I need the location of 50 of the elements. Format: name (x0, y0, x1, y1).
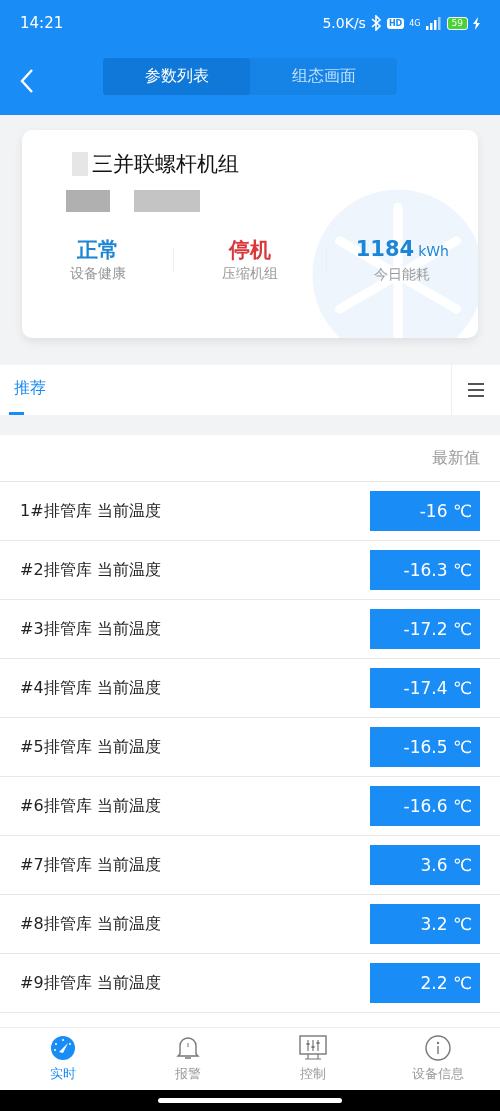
parameter-value: -17.4 ℃ (370, 668, 480, 708)
status-time: 14:21 (20, 14, 64, 32)
parameter-name: 1#排管库 当前温度 (20, 500, 161, 522)
parameter-value: 3.2 ℃ (370, 904, 480, 944)
view-tab[interactable]: 参数列表 (103, 58, 250, 95)
parameter-value: 2.2 ℃ (370, 963, 480, 1003)
parameter-name: #3排管库 当前温度 (20, 618, 161, 640)
parameter-name: #7排管库 当前温度 (20, 854, 161, 876)
parameter-name: #8排管库 当前温度 (20, 913, 161, 935)
signal-icon (425, 16, 442, 30)
charging-icon (473, 16, 480, 30)
nav-item[interactable]: 报警 (125, 1028, 250, 1090)
stat-value: 停机 (229, 237, 271, 263)
redacted-block (66, 190, 110, 212)
network-speed: 5.0K/s (322, 15, 366, 31)
chevron-left-icon (20, 67, 34, 94)
parameter-name: #4排管库 当前温度 (20, 677, 161, 699)
parameter-name: #5排管库 当前温度 (20, 736, 161, 758)
parameter-value: -16.3 ℃ (370, 550, 480, 590)
parameter-value: -17.2 ℃ (370, 609, 480, 649)
battery-indicator: 59 (446, 16, 468, 30)
view-tab[interactable]: 组态画面 (250, 58, 397, 95)
stat-value: 1184 kWh (355, 236, 449, 263)
nav-item[interactable]: 设备信息 (375, 1028, 500, 1090)
menu-lines-icon (468, 383, 484, 397)
stat-value: 正常 (76, 237, 119, 263)
parameter-name: #6排管库 当前温度 (20, 795, 161, 817)
redacted-block (72, 152, 88, 176)
parameter-value: 3.6 ℃ (370, 845, 480, 885)
stat-label: 设备健康 (69, 265, 126, 283)
device-title: 三并联螺杆机组 (92, 151, 239, 178)
category-tab[interactable]: 推荐 (0, 365, 60, 415)
column-header: 最新值 (432, 447, 480, 469)
bell-icon (175, 1035, 200, 1061)
stat-label: 今日能耗 (374, 266, 431, 284)
network-type: 4G (409, 18, 421, 28)
nav-item[interactable]: 实时 (0, 1028, 125, 1090)
redacted-block (134, 190, 200, 212)
info-icon (424, 1035, 451, 1061)
stat-label: 压缩机组 (222, 265, 278, 283)
parameter-value: -16.6 ℃ (370, 786, 480, 826)
parameter-name: #2排管库 当前温度 (20, 559, 161, 581)
parameter-value: -16 ℃ (370, 491, 480, 531)
parameter-name: #9排管库 当前温度 (20, 972, 161, 994)
parameter-value: -16.5 ℃ (370, 727, 480, 767)
sliders-icon (298, 1035, 327, 1061)
hd-badge: HD (386, 17, 405, 29)
bluetooth-icon (370, 15, 382, 31)
nav-item[interactable]: 控制 (250, 1028, 375, 1090)
gauge-icon (49, 1035, 76, 1061)
